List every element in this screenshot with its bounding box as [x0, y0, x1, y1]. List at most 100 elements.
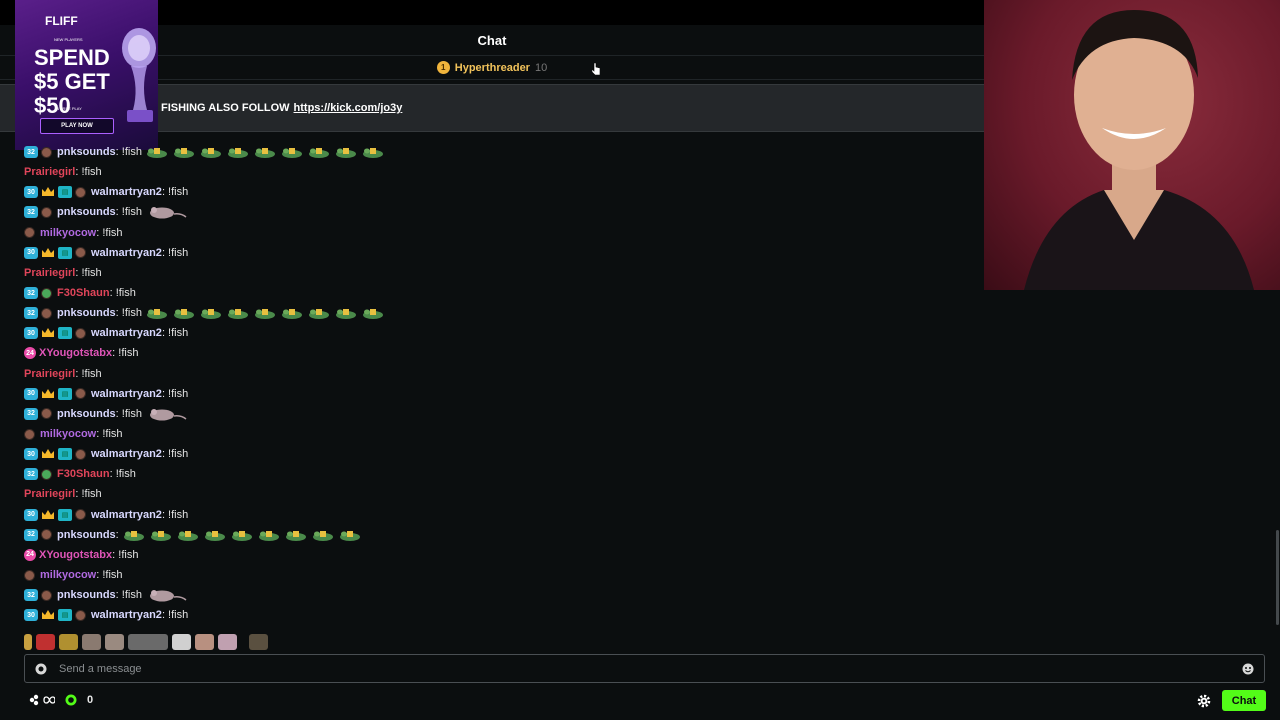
ad-play-button[interactable]: PLAY NOW [40, 118, 114, 134]
frog-emote-icon[interactable] [173, 307, 195, 320]
chat-username[interactable]: XYougotstabx [39, 347, 112, 359]
ad-overlay[interactable]: FLIFF NEW PLAYERS SPEND $5 GET $50 IN FR… [15, 0, 158, 150]
chat-username[interactable]: pnksounds [57, 146, 116, 158]
chat-username[interactable]: walmartryan2 [91, 509, 162, 521]
user-avatar[interactable] [41, 529, 52, 541]
emote-icon[interactable] [172, 634, 191, 650]
rat-emote-icon[interactable] [148, 588, 188, 602]
chat-text: !fish [78, 166, 102, 179]
user-avatar[interactable] [41, 468, 52, 480]
frog-emote-icon[interactable] [335, 146, 357, 159]
chat-scrollbar[interactable] [1276, 530, 1279, 625]
user-avatar[interactable] [41, 146, 52, 158]
emoji-picker-icon[interactable] [1242, 663, 1254, 675]
frog-emote-icon[interactable] [177, 529, 199, 541]
send-chat-button[interactable]: Chat [1222, 690, 1266, 711]
frog-emote-icon[interactable] [308, 146, 330, 159]
user-avatar[interactable] [75, 509, 86, 521]
emote-icon[interactable] [36, 634, 55, 650]
rat-emote-icon[interactable] [148, 205, 188, 219]
frog-emote-icon[interactable] [362, 307, 384, 320]
chat-message: 32 pnksounds: [24, 525, 964, 545]
chat-username[interactable]: walmartryan2 [91, 186, 162, 198]
chat-username[interactable]: pnksounds [57, 589, 116, 601]
points-count: 0 [87, 694, 94, 706]
chat-username[interactable]: walmartryan2 [91, 327, 162, 339]
chat-username[interactable]: Prairiegirl [24, 267, 75, 279]
frog-emote-icon[interactable] [204, 529, 226, 541]
user-avatar[interactable] [24, 227, 35, 239]
frog-emote-icon[interactable] [258, 529, 280, 541]
frog-emote-icon[interactable] [281, 307, 303, 320]
user-avatar[interactable] [41, 206, 52, 218]
message-input[interactable] [59, 662, 1209, 675]
frog-emote-icon[interactable] [173, 146, 195, 159]
user-avatar[interactable] [75, 388, 86, 400]
user-avatar[interactable] [41, 408, 52, 420]
pinned-link[interactable]: https://kick.com/jo3y [294, 102, 403, 114]
frog-emote-icon[interactable] [200, 146, 222, 159]
chat-username[interactable]: XYougotstabx [39, 549, 112, 561]
frog-emote-icon[interactable] [254, 307, 276, 320]
chat-username[interactable]: pnksounds [57, 307, 116, 319]
gear-icon[interactable] [1197, 694, 1211, 708]
emote-icon[interactable] [249, 634, 268, 650]
user-avatar[interactable] [24, 428, 35, 440]
chat-username[interactable]: walmartryan2 [91, 448, 162, 460]
frog-emote-icon[interactable] [150, 529, 172, 541]
emote-icon[interactable] [59, 634, 78, 650]
frog-emotes [146, 307, 384, 320]
user-avatar[interactable] [75, 327, 86, 339]
chat-username[interactable]: milkyocow [40, 428, 96, 440]
user-avatar[interactable] [75, 186, 86, 198]
chat-username[interactable]: Prairiegirl [24, 488, 75, 500]
frog-emote-icon[interactable] [254, 146, 276, 159]
kick-points-icon[interactable] [65, 694, 77, 706]
gift-badge-icon: ▤ [58, 387, 72, 400]
frog-emote-icon[interactable] [362, 146, 384, 159]
chat-username[interactable]: pnksounds [57, 408, 116, 420]
chat-username[interactable]: milkyocow [40, 227, 96, 239]
chat-username[interactable]: Prairiegirl [24, 166, 75, 178]
chat-username[interactable]: Prairiegirl [24, 368, 75, 380]
frog-emote-icon[interactable] [146, 307, 168, 320]
frog-emote-icon[interactable] [231, 529, 253, 541]
frog-emote-icon[interactable] [227, 307, 249, 320]
frog-emote-icon[interactable] [123, 529, 145, 541]
user-avatar[interactable] [41, 589, 52, 601]
infinity-icon[interactable] [29, 694, 55, 706]
emote-icon[interactable] [82, 634, 101, 650]
rat-emote-icon[interactable] [148, 407, 188, 421]
user-avatar[interactable] [75, 448, 86, 460]
emote-icon[interactable] [195, 634, 214, 650]
chat-username[interactable]: walmartryan2 [91, 609, 162, 621]
message-box[interactable] [24, 654, 1265, 683]
chat-username[interactable]: walmartryan2 [91, 388, 162, 400]
emote-icon[interactable] [218, 634, 237, 650]
emote-icon[interactable] [24, 634, 32, 650]
chat-username[interactable]: milkyocow [40, 569, 96, 581]
user-avatar[interactable] [75, 609, 86, 621]
user-avatar[interactable] [24, 569, 35, 581]
frog-emote-icon[interactable] [227, 146, 249, 159]
frog-emote-icon[interactable] [335, 307, 357, 320]
chat-username[interactable]: pnksounds [57, 206, 116, 218]
frog-emote-icon[interactable] [281, 146, 303, 159]
frog-emote-icon[interactable] [339, 529, 361, 541]
frog-emote-icon[interactable] [312, 529, 334, 541]
user-avatar[interactable] [41, 287, 52, 299]
user-avatar[interactable] [41, 307, 52, 319]
chat-messages[interactable]: 32 pnksounds: !fish Prairiegirl: !fish 30 ▤ w… [24, 142, 964, 627]
emote-icon[interactable] [105, 634, 124, 650]
emote-icon[interactable] [128, 634, 168, 650]
frog-emote-icon[interactable] [285, 529, 307, 541]
user-avatar[interactable] [75, 247, 86, 259]
chat-username[interactable]: F30Shaun [57, 287, 110, 299]
chat-username[interactable]: F30Shaun [57, 468, 110, 480]
leader-name[interactable]: Hyperthreader [455, 62, 530, 74]
frog-emote-icon[interactable] [308, 307, 330, 320]
frog-emote-icon[interactable] [146, 146, 168, 159]
frog-emote-icon[interactable] [200, 307, 222, 320]
chat-username[interactable]: walmartryan2 [91, 247, 162, 259]
chat-username[interactable]: pnksounds [57, 529, 116, 541]
